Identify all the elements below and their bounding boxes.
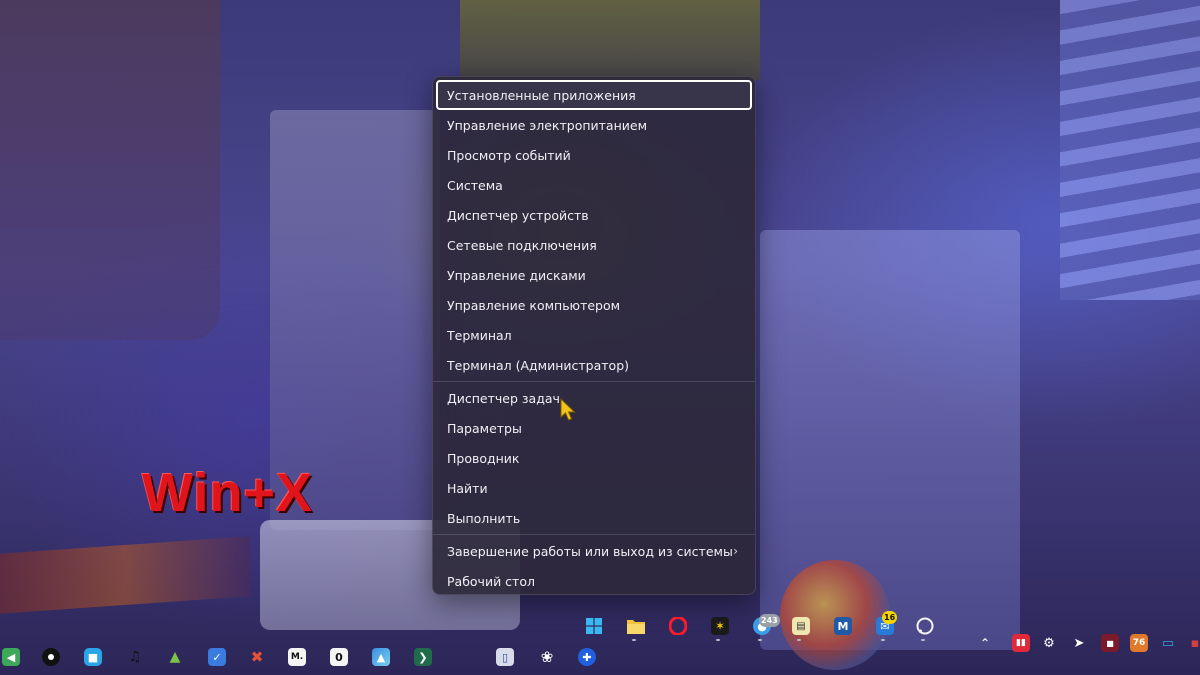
menu-item-disk-management[interactable]: Управление дисками [436,260,752,290]
wallpaper-book [0,536,250,614]
photos-icon[interactable]: ▲ [372,648,390,666]
chevron-right-icon: › [733,544,738,558]
menu-item-label: Сетевые подключения [447,237,597,253]
notification-icon[interactable]: ▪ [1186,634,1200,652]
chatgpt-icon[interactable]: ❀ [538,648,556,666]
menu-item-label: Диспетчер устройств [447,207,589,223]
menu-item-search[interactable]: Найти [436,473,752,503]
menu-item-label: Диспетчер задач [447,390,560,406]
menu-item-computer-management[interactable]: Управление компьютером [436,290,752,320]
menu-item-event-viewer[interactable]: Просмотр событий [436,140,752,170]
menu-item-label: Установленные приложения [447,87,636,103]
zero-app-icon[interactable]: 0 [330,648,348,666]
menu-item-desktop[interactable]: Рабочий стол [436,566,752,596]
menu-item-label: Система [447,177,503,193]
menu-item-label: Найти [447,480,488,496]
chevron-up-icon[interactable]: ⌃ [976,634,994,652]
menu-item-task-manager[interactable]: Диспетчер задач [436,383,752,413]
menu-separator [433,534,755,535]
running-indicator [632,639,636,641]
file-explorer-icon[interactable] [627,617,645,635]
chat-bubble-icon[interactable]: ■ [84,648,102,666]
audio-meter-icon[interactable]: ▮▮ [1012,634,1030,652]
mouse-cursor-icon [560,398,576,421]
star-app-icon[interactable]: ✶ [711,617,729,635]
running-indicator [716,639,720,641]
windows-start-icon[interactable] [585,617,603,635]
telegram-icon[interactable]: ➤ [1070,634,1088,652]
weather-label: 76 [1132,638,1146,648]
mail-app-badge: 16 [882,611,898,624]
opera-icon[interactable] [669,617,687,635]
running-indicator [881,639,885,641]
whatsapp-icon[interactable] [916,617,934,635]
m-app-icon[interactable]: M. [288,648,306,666]
running-indicator [797,639,801,641]
menu-item-label: Управление дисками [447,267,586,283]
menu-item-file-explorer[interactable]: Проводник [436,443,752,473]
game-controller-icon[interactable]: ✚ [578,648,596,666]
menu-item-label: Терминал [447,327,512,343]
phone-link-icon[interactable]: ▯ [496,648,514,666]
m-app-label: M. [290,652,304,662]
menu-item-settings[interactable]: Параметры [436,413,752,443]
menu-separator [433,381,755,382]
wallpaper-tv [460,0,760,80]
wallpaper-shelf [0,0,220,340]
notes-app-icon[interactable]: ▤ [792,617,810,635]
display-icon[interactable]: ▭ [1159,634,1177,652]
hotkey-overlay-label: Win+X [142,463,314,523]
taskbar: ◀ ■ ♫ ▲ ✓ ✖ M. 0 ▲ ❯ ▯ ❀ ✚ ✶ ● 243 ▤ M ✉… [0,610,1200,675]
android-mirror-icon[interactable]: ◀ [2,648,20,666]
wallpaper-blinds [1060,0,1200,300]
zero-app-label: 0 [335,650,343,664]
menu-item-label: Управление компьютером [447,297,621,313]
menu-item-run[interactable]: Выполнить [436,503,752,533]
menu-item-label: Просмотр событий [447,147,571,163]
todo-icon[interactable]: ✓ [208,648,226,666]
android-icon[interactable]: ▲ [166,648,184,666]
menu-item-label: Параметры [447,420,522,436]
m-app-icon[interactable]: M [834,617,852,635]
tools-icon[interactable]: ✖ [248,648,266,666]
menu-item-power-options[interactable]: Управление электропитанием [436,110,752,140]
menu-item-terminal[interactable]: Терминал [436,320,752,350]
menu-item-shutdown-signout[interactable]: Завершение работы или выход из системы › [436,536,752,566]
menu-item-label: Терминал (Администратор) [447,357,630,373]
menu-item-label: Управление электропитанием [447,117,647,133]
steam-icon[interactable]: ⚙ [1040,634,1058,652]
menu-item-device-manager[interactable]: Диспетчер устройств [436,200,752,230]
tray-app-icon[interactable]: ■ [1101,634,1119,652]
menu-item-label: Завершение работы или выход из системы [447,543,733,559]
music-icon[interactable]: ♫ [126,648,144,666]
menu-item-label: Выполнить [447,510,521,526]
weather-icon[interactable]: 76 [1130,634,1148,652]
chat-app-badge: 243 [759,614,780,627]
winx-context-menu: Установленные приложения Управление элек… [432,76,756,595]
menu-item-terminal-admin[interactable]: Терминал (Администратор) [436,350,752,380]
menu-item-network-connections[interactable]: Сетевые подключения [436,230,752,260]
running-indicator [921,639,925,641]
running-indicator [758,639,762,641]
menu-item-label: Проводник [447,450,520,466]
menu-item-installed-apps[interactable]: Установленные приложения [436,80,752,110]
terminal-icon[interactable]: ❯ [414,648,432,666]
menu-item-system[interactable]: Система [436,170,752,200]
menu-item-label: Рабочий стол [447,573,535,589]
record-icon[interactable] [42,648,60,666]
